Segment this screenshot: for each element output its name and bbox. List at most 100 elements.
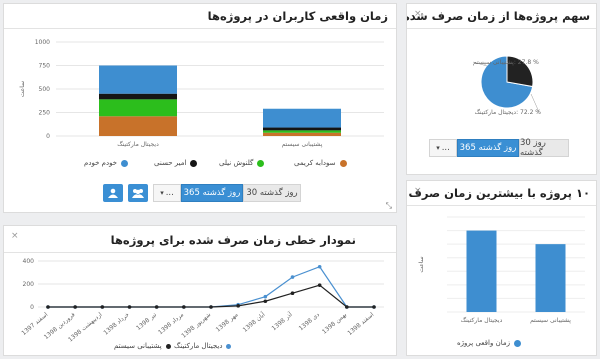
series-point bbox=[154, 305, 159, 309]
group-icon bbox=[132, 189, 144, 198]
legend-label: دیجیتال مارکتینگ bbox=[174, 342, 223, 350]
stacked-bar-segment bbox=[99, 116, 177, 136]
legend-label: امیر حسنی bbox=[154, 159, 187, 167]
project-share-card: × سهم پروژه‌ها از زمان صرف شده % 27.8 :پ… bbox=[406, 3, 597, 175]
stacked-bar-segment bbox=[99, 93, 177, 100]
legend-label: خودم خودم bbox=[84, 159, 118, 167]
bar bbox=[466, 230, 497, 312]
legend-dot bbox=[339, 159, 347, 167]
dropdown-label: ... bbox=[441, 143, 450, 153]
x-tick-label: دیجیتال مارکتینگ bbox=[461, 316, 503, 324]
timeline-card-title: نمودار خطی زمان صرف شده برای پروژه‌ها bbox=[110, 233, 356, 247]
legend-item[interactable]: دیجیتال مارکتینگ bbox=[174, 342, 232, 350]
series-point bbox=[100, 305, 105, 309]
users-icon bbox=[108, 188, 118, 198]
pie-slice-label: % 27.8 :پشتیبانی سیستم bbox=[473, 59, 539, 66]
top10-projects-card: × ۱۰ پروژه با بیشترین زمان صرف شده ساعتد… bbox=[406, 180, 597, 356]
y-tick-label: 250 bbox=[39, 110, 51, 117]
y-tick-label: 1000 bbox=[35, 39, 50, 46]
series-point bbox=[290, 291, 295, 295]
x-tick-label: دی 1398 bbox=[298, 311, 322, 332]
divider bbox=[4, 252, 396, 253]
x-tick-label: دیجیتال مارکتینگ bbox=[117, 140, 159, 148]
realtime-range-selector: ▾ ... 365 روز گذشته 30 روز گذشته bbox=[153, 184, 301, 202]
series-point bbox=[209, 305, 213, 309]
range-dropdown-button[interactable]: ▾ ... bbox=[153, 184, 181, 202]
stacked-bar-segment bbox=[99, 65, 177, 94]
legend-dot bbox=[226, 343, 232, 349]
stacked-bar-chart: 0 250 500 750 1000 ساعت دیجیتال مارکتینگ پشتیبا… bbox=[19, 39, 384, 148]
chevron-down-icon: ▾ bbox=[160, 189, 164, 197]
legend-dot bbox=[190, 159, 198, 167]
close-icon[interactable]: × bbox=[11, 231, 19, 241]
realtime-users-card: زمان واقعی کاربران در پروژه‌ها 0 250 500 75… bbox=[3, 3, 397, 213]
chevron-down-icon: ▾ bbox=[436, 144, 440, 152]
legend-item[interactable]: امیر حسنی bbox=[154, 159, 198, 167]
dropdown-label: ... bbox=[165, 188, 174, 198]
resize-handle-icon[interactable]: ⤡ bbox=[386, 201, 392, 211]
y-axis-label: ساعت bbox=[418, 256, 425, 272]
y-tick-label: 0 bbox=[30, 304, 34, 311]
y-tick-label: 500 bbox=[39, 86, 51, 93]
range-365-button[interactable]: 365 روز گذشته bbox=[181, 184, 243, 202]
series-point bbox=[345, 305, 349, 309]
stacked-bar-segment bbox=[263, 130, 341, 133]
stacked-bar-segment bbox=[263, 127, 341, 131]
series-point bbox=[73, 305, 77, 309]
x-tick-label: آذر 1398 bbox=[269, 309, 294, 332]
range-30-button[interactable]: 30 روز گذشته bbox=[519, 138, 569, 158]
y-axis-label: ساعت bbox=[19, 81, 26, 97]
top10-legend: زمان واقعی پروژه bbox=[457, 339, 521, 347]
series-point bbox=[317, 283, 322, 287]
share-card-title: سهم پروژه‌ها از زمان صرف شده bbox=[406, 9, 590, 23]
series-point bbox=[127, 305, 132, 309]
series-point bbox=[263, 299, 268, 304]
stacked-bar-segment bbox=[263, 132, 341, 136]
series-point bbox=[182, 305, 186, 309]
x-tick-label: پشتیبانی سیستم bbox=[530, 317, 571, 324]
x-tick-label: شهریور 1398 bbox=[180, 311, 212, 339]
series-line bbox=[48, 284, 374, 308]
legend-item[interactable]: خودم خودم bbox=[84, 159, 129, 167]
divider bbox=[4, 28, 396, 29]
pie-chart: % 27.8 :پشتیبانی سیستم % 72.2 :دیجیتال ما… bbox=[472, 55, 542, 116]
range-dropdown-button[interactable]: ▾ ... bbox=[429, 139, 457, 157]
users-button[interactable] bbox=[103, 184, 123, 202]
legend-dot bbox=[257, 159, 265, 167]
legend-dot bbox=[121, 159, 129, 167]
legend-dot bbox=[513, 339, 521, 347]
x-tick-label: مهر 1398 bbox=[215, 311, 240, 333]
y-tick-label: 200 bbox=[23, 281, 35, 288]
legend-label: سودابه کریمی bbox=[294, 159, 336, 167]
stacked-bar-segment bbox=[99, 99, 177, 117]
series-line bbox=[48, 266, 374, 308]
range-365-button[interactable]: 365 روز گذشته bbox=[457, 139, 519, 157]
x-tick-label: پشتیبانی سیستم bbox=[282, 141, 323, 148]
series-point bbox=[372, 305, 376, 309]
y-tick-label: 0 bbox=[46, 133, 50, 140]
x-tick-label: بهمن 1398 bbox=[321, 311, 348, 336]
x-tick-label: تیر 1398 bbox=[135, 311, 158, 332]
top10-bar-chart: ساعت دیجیتال مارکتینگ پشتیبانی سیستم bbox=[418, 216, 585, 324]
group-button[interactable] bbox=[128, 184, 148, 202]
legend-item[interactable]: گلنوش نیلی bbox=[219, 159, 265, 167]
legend-item[interactable]: سودابه کریمی bbox=[294, 159, 347, 167]
series-point bbox=[263, 294, 268, 299]
series-point bbox=[290, 275, 295, 279]
pie-slice-label: % 72.2 :دیجیتال مارکتینگ bbox=[475, 108, 542, 116]
series-point bbox=[236, 304, 240, 308]
divider bbox=[407, 28, 596, 29]
line-chart: 0200400اسفند 1397فروردین 1398اردیبهشت 13… bbox=[20, 258, 384, 343]
share-range-selector: ▾ ... 365 روز گذشته 30 روز گذشته bbox=[429, 138, 569, 158]
y-tick-label: 750 bbox=[39, 63, 51, 70]
x-tick-label: آبان 1398 bbox=[240, 309, 267, 333]
x-tick-label: خرداد 1398 bbox=[102, 311, 131, 337]
y-tick-label: 400 bbox=[23, 258, 35, 265]
timeline-card: × نمودار خطی زمان صرف شده برای پروژه‌ها … bbox=[3, 225, 397, 356]
bar bbox=[535, 244, 566, 312]
legend-label: گلنوش نیلی bbox=[219, 159, 254, 167]
range-30-button[interactable]: 30 روز گذشته bbox=[243, 184, 301, 202]
top10-card-title: ۱۰ پروژه با بیشترین زمان صرف شده bbox=[407, 186, 590, 200]
legend-item[interactable]: پشتیبانی سیستم bbox=[114, 342, 171, 350]
divider bbox=[407, 205, 596, 206]
